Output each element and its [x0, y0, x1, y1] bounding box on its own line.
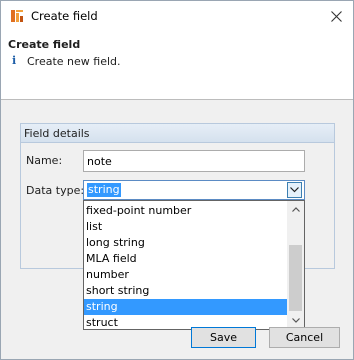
dropdown-option-label: string	[86, 300, 118, 313]
name-label: Name:	[26, 154, 63, 167]
dropdown-option[interactable]: MLA field	[84, 251, 288, 267]
close-button[interactable]	[319, 1, 353, 32]
window-title: Create field	[31, 9, 98, 23]
create-field-dialog: Create field Create field i Create new f…	[0, 0, 354, 360]
info-icon: i	[12, 54, 17, 67]
data-type-combobox[interactable]: string	[83, 180, 305, 200]
header-title: Create field	[8, 38, 81, 51]
header-description: Create new field.	[27, 55, 121, 68]
name-field-value: note	[87, 155, 112, 168]
chevron-down-icon	[290, 187, 299, 193]
dropdown-option-label: struct	[86, 316, 118, 329]
dropdown-option[interactable]: struct	[84, 315, 288, 331]
scroll-up-button[interactable]	[287, 201, 304, 218]
dropdown-option-label: number	[86, 268, 129, 281]
cancel-button[interactable]: Cancel	[269, 327, 340, 348]
dropdown-option[interactable]: fixed-point number	[84, 203, 288, 219]
name-field[interactable]: note	[83, 150, 305, 172]
data-type-dropdown-list: fixed-point number list long string MLA …	[83, 200, 305, 330]
dropdown-option-label: list	[86, 220, 103, 233]
app-icon	[11, 10, 23, 22]
chevron-up-icon	[291, 207, 300, 212]
dropdown-option[interactable]: short string	[84, 283, 288, 299]
save-button[interactable]: Save	[191, 327, 256, 348]
dropdown-option[interactable]: number	[84, 267, 288, 283]
dropdown-option-label: MLA field	[86, 252, 137, 265]
chevron-down-icon	[291, 318, 300, 323]
dropdown-scrollbar[interactable]	[287, 201, 304, 329]
dialog-header: Create field i Create new field.	[1, 32, 353, 100]
close-icon	[330, 11, 342, 22]
group-title: Field details	[24, 127, 90, 140]
dropdown-option[interactable]: long string	[84, 235, 288, 251]
data-type-value: string	[87, 183, 121, 197]
dropdown-option-label: long string	[86, 236, 145, 249]
title-bar[interactable]: Create field	[1, 1, 353, 32]
dropdown-option[interactable]: string	[84, 299, 288, 315]
scrollbar-thumb[interactable]	[289, 245, 302, 311]
dropdown-option[interactable]: list	[84, 219, 288, 235]
dropdown-toggle-button[interactable]	[287, 182, 302, 198]
group-header: Field details	[21, 124, 334, 143]
dropdown-option-label: short string	[86, 284, 150, 297]
dropdown-option-label: fixed-point number	[86, 204, 192, 217]
data-type-label: Data type:	[26, 184, 85, 197]
